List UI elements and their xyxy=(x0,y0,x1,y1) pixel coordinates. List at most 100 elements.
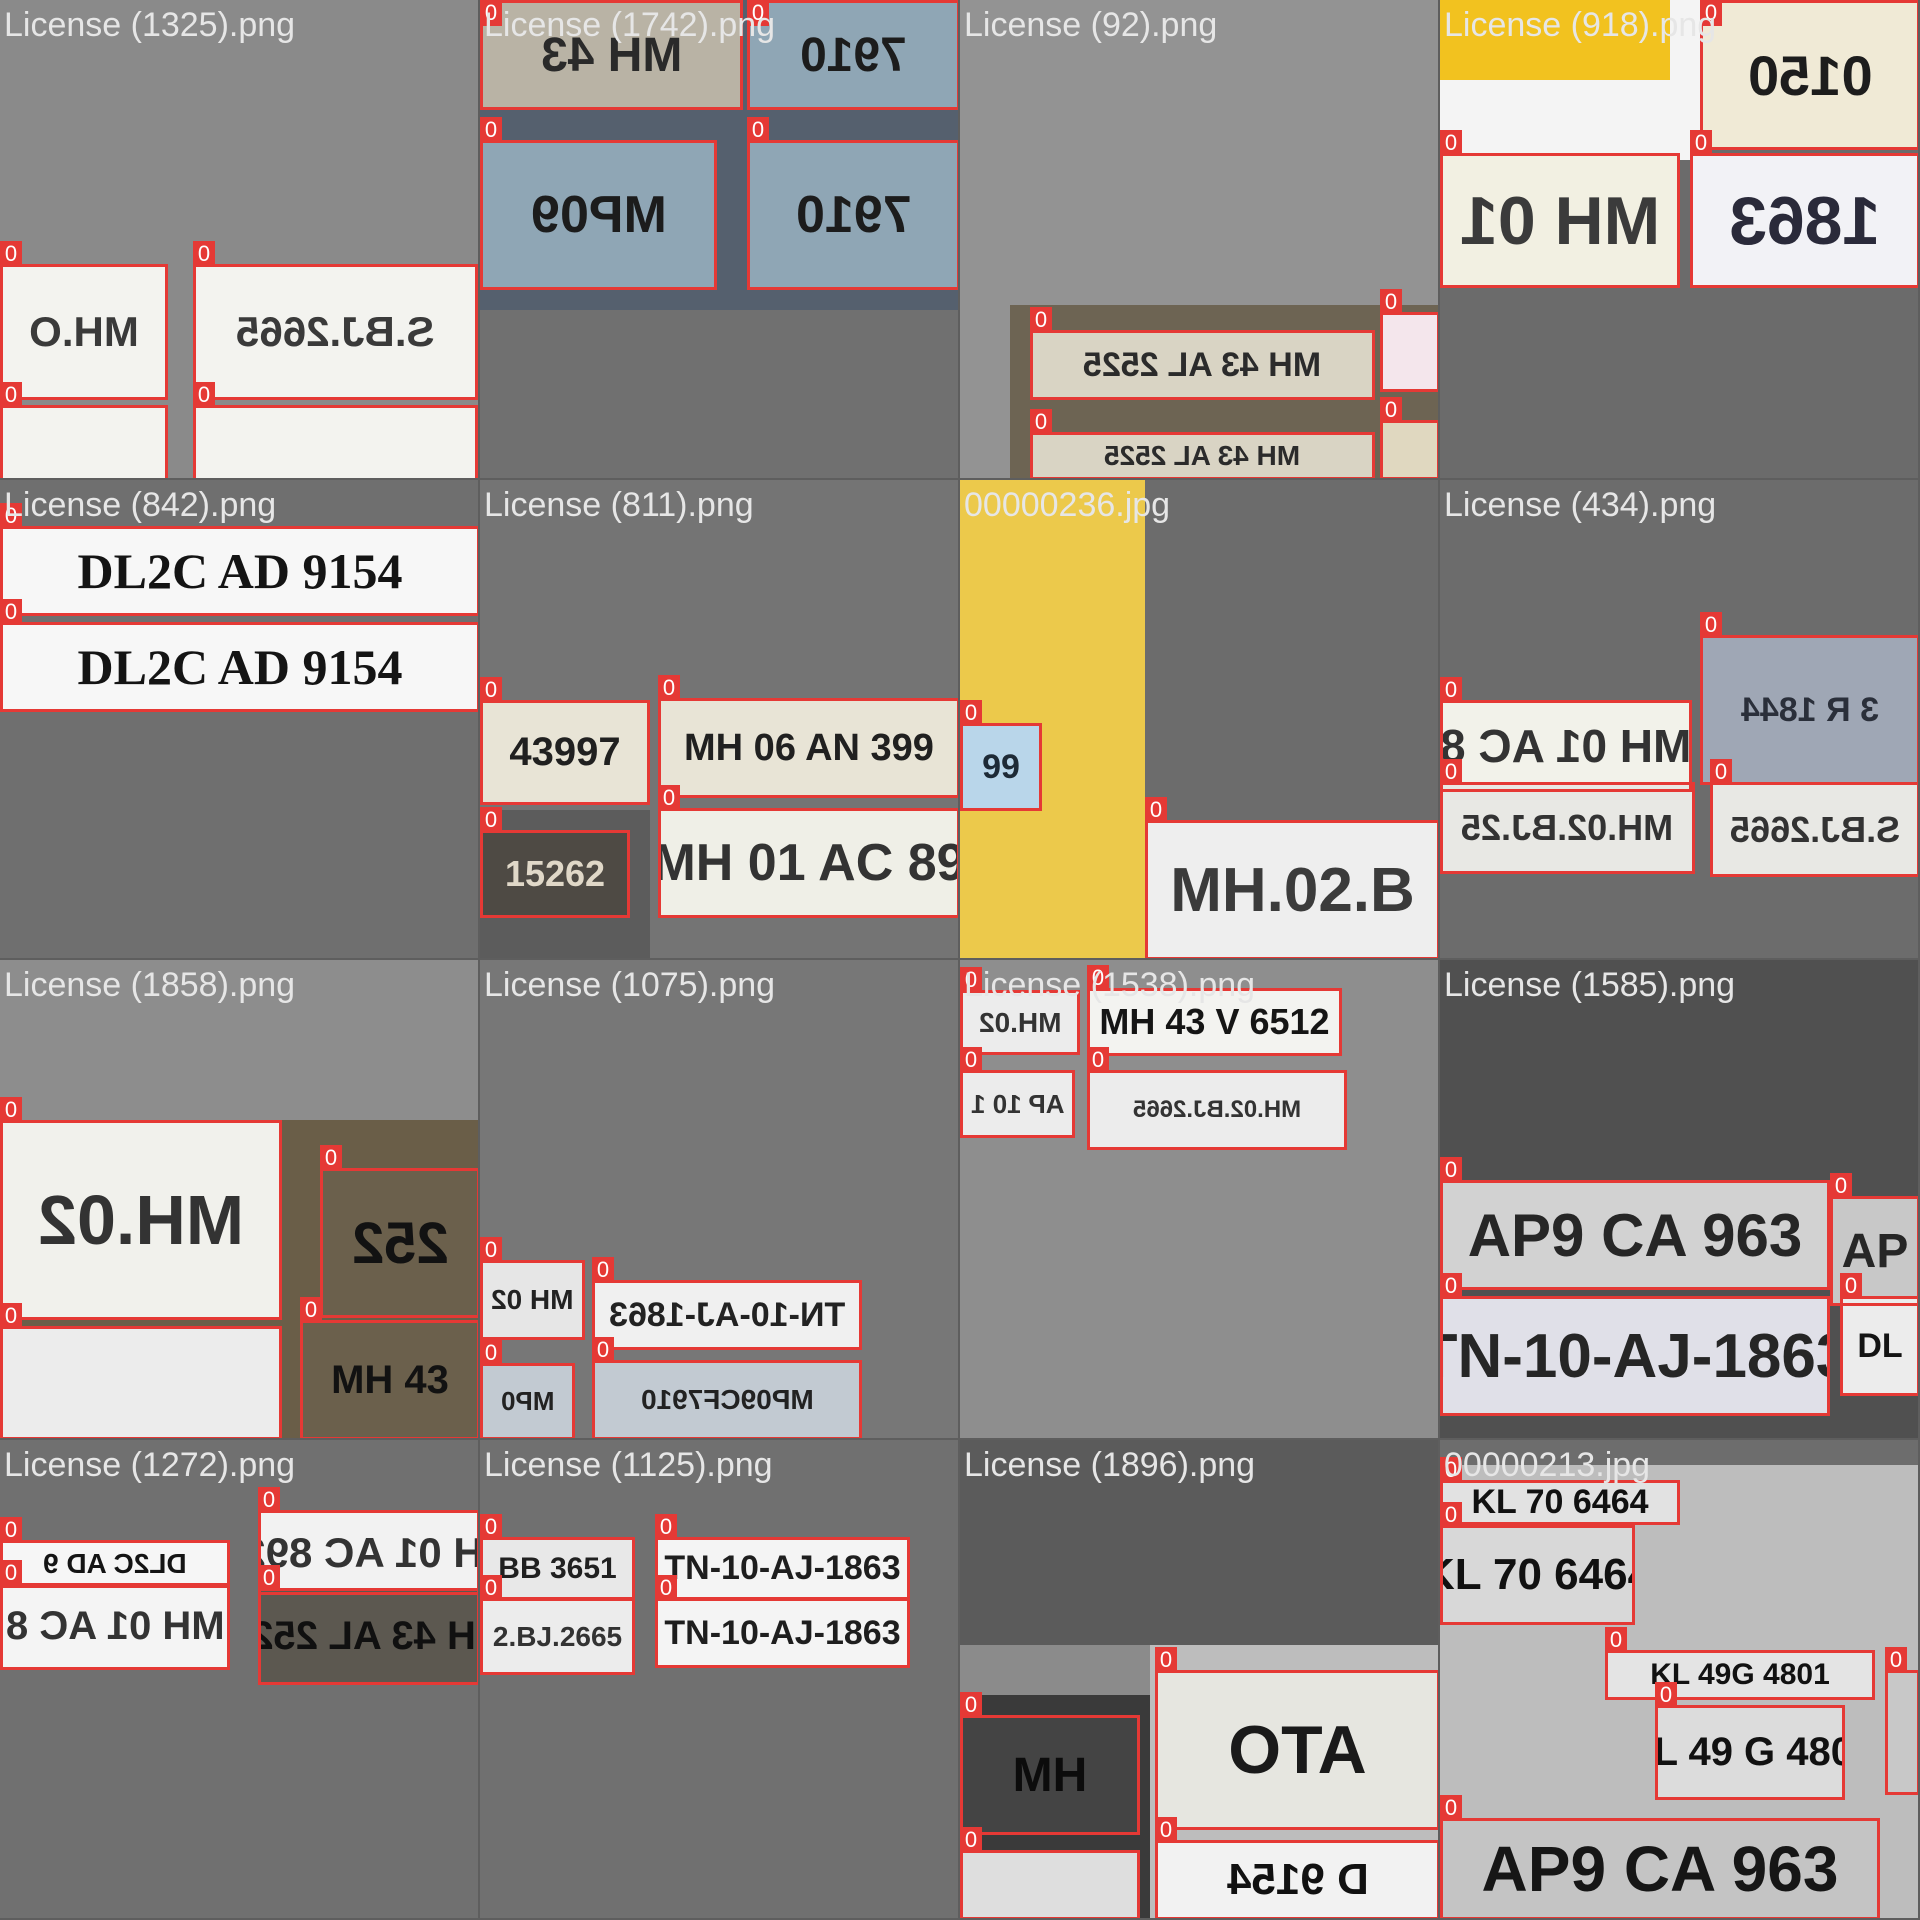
mosaic-tile: MH.02 0 252 0 0 MH 43 0 License (1858).png xyxy=(0,960,480,1440)
mosaic-tile: MH 01 AC 803 R 1844 0 MH.02.BJ.25 0 S.BJ.266… xyxy=(1440,480,1920,960)
mosaic-tile: MH 43 0 7910 0 MP09 0 7910 0 License (1742).png xyxy=(480,0,960,480)
tile-filename: License (1896).png xyxy=(964,1446,1256,1484)
box-class-label: 0 xyxy=(480,1340,502,1366)
mosaic-tile: O.HM 0 S.BJ.2665 0 0 0 License (1325).png xyxy=(0,0,480,480)
box-class-label: 0 xyxy=(480,677,502,703)
box-class-label: 0 xyxy=(1145,797,1167,823)
mosaic-tile: MH 0 OTA 0 0 D 9154 0 License (1896).png xyxy=(960,1440,1440,1920)
tile-filename: License (1075).png xyxy=(484,966,776,1004)
mosaic-tile: MH 43 AL 2525 0 0 MH 43 AL 2525 0 0 License (9… xyxy=(960,0,1440,480)
box-class-label: 0 xyxy=(480,117,502,143)
box-class-label: 0 xyxy=(1655,1682,1677,1708)
bounding-box: 0 xyxy=(655,1575,910,1668)
box-class-label: 0 xyxy=(655,1575,677,1601)
box-class-label: 0 xyxy=(658,785,680,811)
bounding-box: 0 xyxy=(1710,759,1918,877)
background-patch xyxy=(960,480,1145,958)
box-class-label: 0 xyxy=(1440,130,1462,156)
box-class-label: 0 xyxy=(1440,1502,1462,1528)
bounding-box: 0 xyxy=(1380,289,1438,392)
tile-filename: License (1325).png xyxy=(4,6,296,44)
bounding-box: 0 xyxy=(0,1517,230,1588)
box-class-label: 0 xyxy=(1840,1273,1862,1299)
bounding-box: 0 xyxy=(300,1297,478,1438)
box-class-label: 0 xyxy=(655,1514,677,1540)
box-class-label: 0 xyxy=(960,700,982,726)
box-class-label: 0 xyxy=(1155,1647,1177,1673)
box-class-label: 0 xyxy=(1087,1047,1109,1073)
bounding-box: 0 xyxy=(960,1692,1140,1835)
bounding-box: 0 xyxy=(592,1337,862,1438)
bounding-box: 0 xyxy=(1440,1273,1830,1416)
box-class-label: 0 xyxy=(1030,307,1052,333)
box-class-label: 0 xyxy=(1380,397,1402,423)
tile-filename: 00000213.jpg xyxy=(1444,1446,1651,1484)
box-class-label: 0 xyxy=(1155,1817,1177,1843)
bounding-box: 0 xyxy=(1440,130,1680,288)
box-class-label: 0 xyxy=(480,807,502,833)
box-class-label: 0 xyxy=(960,1047,982,1073)
mosaic-tile: DL2C AD 9154 0 DL2C AD 9154 0 License (842).… xyxy=(0,480,480,960)
box-class-label: 0 xyxy=(1830,1173,1852,1199)
mosaic-tile: KL 70 64640KL 70 64640KL 49G 48010KL 49 … xyxy=(1440,1440,1920,1920)
bounding-box: 0 xyxy=(0,1303,282,1438)
box-class-label: 0 xyxy=(320,1145,342,1171)
bounding-box: 0 xyxy=(0,1560,230,1670)
bounding-box: 0 xyxy=(960,700,1042,811)
tile-filename: License (1272).png xyxy=(4,1446,296,1484)
bounding-box: 0 xyxy=(1440,759,1695,874)
bounding-box: 0 xyxy=(747,0,958,110)
bounding-box: 0 xyxy=(747,117,958,290)
bounding-box: 0 xyxy=(960,1827,1140,1918)
bounding-box: 0 xyxy=(480,677,650,805)
bounding-box: 0 xyxy=(1030,409,1375,478)
tile-filename: License (1538).png xyxy=(964,966,1256,1004)
tile-filename: 00000236.jpg xyxy=(964,486,1171,524)
bounding-box: 0 xyxy=(1690,130,1918,288)
bounding-box: 0 xyxy=(1700,612,1918,785)
bounding-box: 0 xyxy=(1605,1627,1875,1700)
tile-filename: License (842).png xyxy=(4,486,277,524)
box-class-label: 0 xyxy=(1710,759,1732,785)
bounding-box: 0 xyxy=(1700,0,1918,150)
box-class-label: 0 xyxy=(0,1097,22,1123)
box-class-label: 0 xyxy=(1440,1795,1462,1821)
box-class-label: 0 xyxy=(0,241,22,267)
bounding-box: 0 xyxy=(1655,1682,1845,1800)
box-class-label: 0 xyxy=(480,1575,502,1601)
box-class-label: 0 xyxy=(1690,130,1712,156)
mosaic-tile: BB 3651 0 TN-10-AJ-1863 0 2.BJ.2665 0 TN-10-AJ… xyxy=(480,1440,960,1920)
bounding-box: 0 xyxy=(960,1047,1075,1138)
bounding-box: 0 xyxy=(0,503,478,616)
bounding-box: 0 xyxy=(193,241,478,400)
bounding-box: 0 xyxy=(655,1514,910,1600)
box-class-label: 0 xyxy=(960,1692,982,1718)
bounding-box: 0 xyxy=(1440,1502,1635,1625)
box-class-label: 0 xyxy=(480,1514,502,1540)
tile-filename: License (1585).png xyxy=(1444,966,1736,1004)
tile-filename: License (92).png xyxy=(964,6,1218,44)
box-class-label: 0 xyxy=(658,675,680,701)
mosaic-tile: DL2C AD 90MH 01 AC 89270MH 01 AC 80MH 43… xyxy=(0,1440,480,1920)
box-class-label: 0 xyxy=(0,1560,22,1586)
box-class-label: 0 xyxy=(592,1337,614,1363)
bounding-box: 0 xyxy=(1155,1647,1438,1830)
bounding-box: 0 xyxy=(1087,1047,1347,1150)
bounding-box: 0 xyxy=(1440,1157,1830,1290)
box-class-label: 0 xyxy=(0,382,22,408)
bounding-box: 0 xyxy=(1440,1457,1680,1525)
mosaic-tile: 99 0 MH.02.B 0 00000236.jpg xyxy=(960,480,1440,960)
bounding-box: 0 xyxy=(480,117,717,290)
bounding-box: 0 xyxy=(1145,797,1438,958)
mosaic-tile: 0150 0 MH 01 0 1863 0 License (918).png xyxy=(1440,0,1920,480)
box-class-label: 0 xyxy=(1380,289,1402,315)
mosaic-tile: 43997 0 MH 06 AN 399 0 15262 0 MH 01 AC 89 0 Lic… xyxy=(480,480,960,960)
mosaic-grid: O.HM 0 S.BJ.2665 0 0 0 License (1325).png MH 43… xyxy=(0,0,1920,1920)
bounding-box: 0 xyxy=(0,241,168,400)
tile-filename: License (918).png xyxy=(1444,6,1717,44)
box-class-label: 0 xyxy=(300,1297,322,1323)
bounding-box: 0 xyxy=(1380,397,1438,478)
bounding-box: 0 xyxy=(480,1575,635,1675)
bounding-box: 0 xyxy=(480,1340,575,1438)
bounding-box: 0 xyxy=(480,1514,635,1600)
